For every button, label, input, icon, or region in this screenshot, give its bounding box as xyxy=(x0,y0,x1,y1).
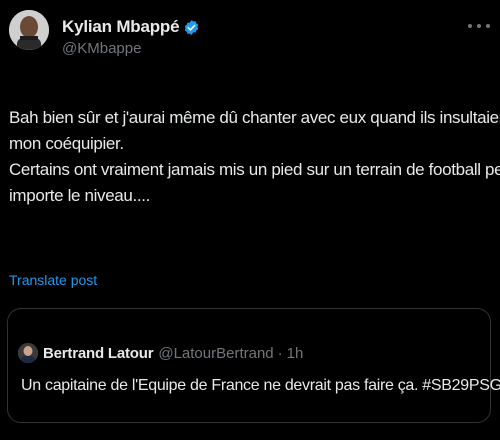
tweet-card: Kylian Mbappé @KMbappe Bah bien sûr et j… xyxy=(0,0,500,440)
quoted-author-avatar xyxy=(18,343,38,363)
author-handle[interactable]: @KMbappe xyxy=(62,40,141,57)
verified-badge-icon xyxy=(183,19,200,36)
more-options-icon[interactable] xyxy=(468,19,490,33)
quoted-author-row: Bertrand Latour @LatourBertrand · 1h xyxy=(18,343,304,363)
post-text-line: importe le niveau.... xyxy=(9,186,151,205)
quoted-separator: · xyxy=(277,344,283,362)
quoted-author-handle[interactable]: @LatourBertrand xyxy=(158,345,273,362)
author-display-name[interactable]: Kylian Mbappé xyxy=(62,17,180,37)
post-text-line: Bah bien sûr et j'aurai même dû chanter … xyxy=(9,108,500,127)
quoted-post-card[interactable]: Bertrand Latour @LatourBertrand · 1h Un … xyxy=(7,308,500,423)
quoted-post-text: Un capitaine de l'Equipe de France ne de… xyxy=(21,377,500,394)
quoted-post-time[interactable]: 1h xyxy=(287,345,304,362)
post-text: Bah bien sûr et j'aurai même dû chanter … xyxy=(9,105,500,209)
author-avatar[interactable] xyxy=(9,10,49,50)
profile-avatar-icon xyxy=(9,10,49,50)
author-name-row: Kylian Mbappé xyxy=(62,17,200,37)
post-text-line: Certains ont vraiment jamais mis un pied… xyxy=(9,160,500,179)
quoted-avatar-icon xyxy=(18,343,38,363)
post-text-line: mon coéquipier. xyxy=(9,134,124,153)
quoted-author-name[interactable]: Bertrand Latour xyxy=(43,345,154,362)
translate-post-link[interactable]: Translate post xyxy=(9,272,97,288)
